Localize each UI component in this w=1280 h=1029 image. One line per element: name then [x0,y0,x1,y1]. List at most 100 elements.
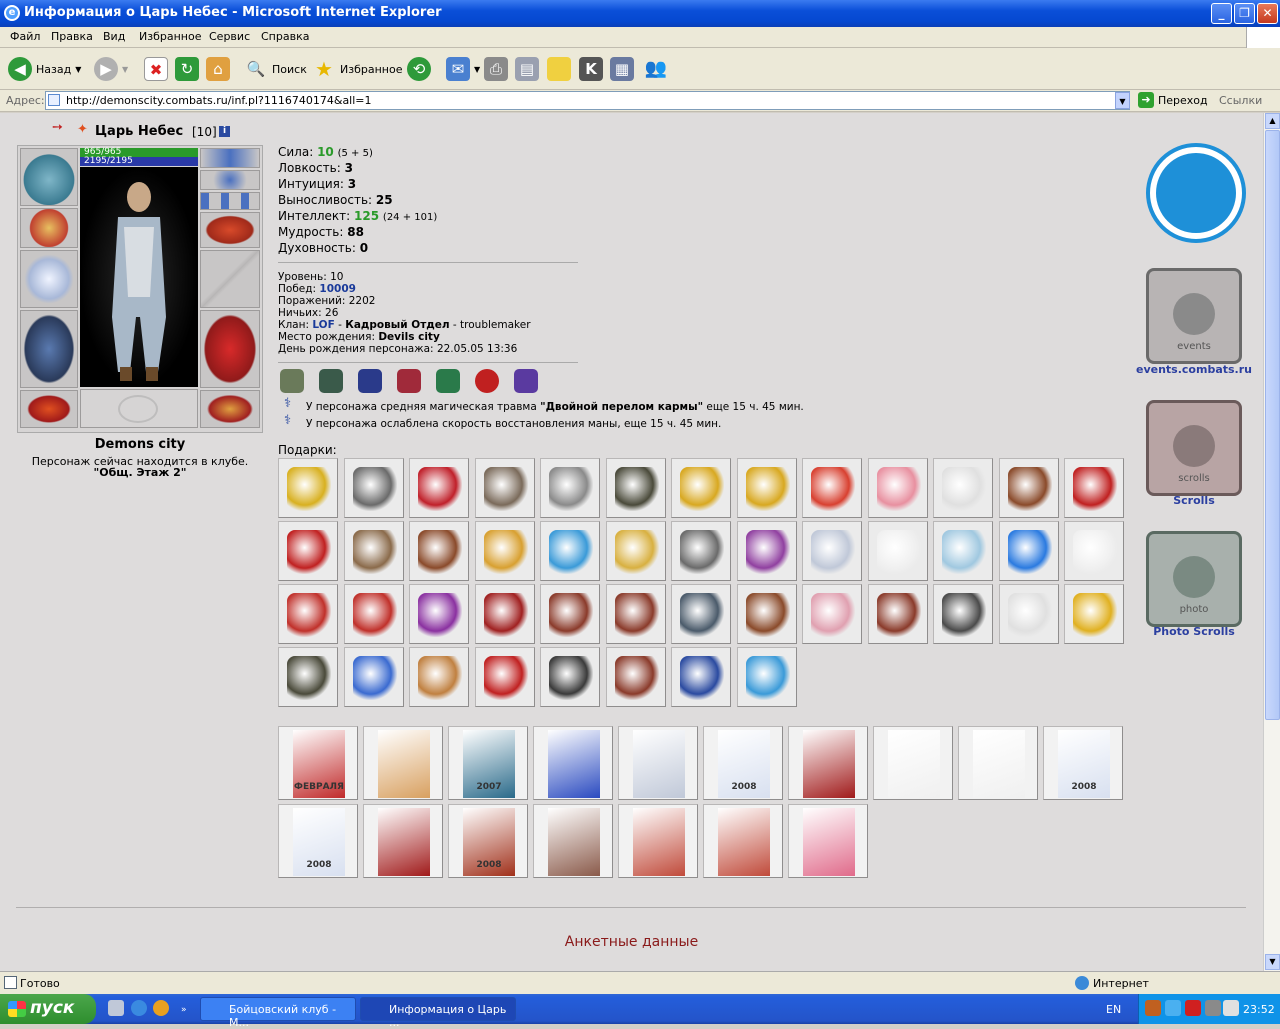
back-button[interactable]: ◀ Назад ▼ [8,56,81,82]
skull-badge-icon[interactable] [514,369,538,393]
gift-item[interactable] [933,458,993,518]
go-button[interactable]: ➜ Переход [1138,92,1208,108]
gift-item[interactable] [998,521,1059,581]
gift-item[interactable] [998,458,1059,518]
shield-badge-icon[interactable] [397,369,421,393]
address-input[interactable]: http://demonscity.combats.ru/inf.pl?1116… [45,91,1130,110]
earrings-slot[interactable] [200,148,260,168]
edit-button[interactable]: ▤ [515,56,539,82]
bracers-slot[interactable] [20,208,78,248]
postcard-item[interactable]: ФЕВРАЛЯ [278,726,358,800]
print-button[interactable]: ⎙ [484,56,508,82]
postcard-item[interactable] [533,804,613,878]
armor-slot[interactable] [20,310,78,388]
gift-item[interactable] [409,521,469,581]
shield-badge-icon[interactable] [436,369,460,393]
gift-item[interactable] [867,458,928,518]
gift-item[interactable] [1064,584,1124,644]
gift-item[interactable] [867,521,928,581]
clan-badge-icon[interactable] [280,369,304,393]
gift-item[interactable] [671,584,731,644]
postcard-item[interactable] [363,726,443,800]
gift-item[interactable] [540,647,600,707]
gift-item[interactable] [736,458,797,518]
gift-item[interactable] [409,458,469,518]
rings-slot[interactable] [200,192,260,210]
gift-item[interactable] [278,458,338,518]
gift-item[interactable] [736,584,797,644]
menu-file[interactable]: Файл [10,30,40,43]
start-button[interactable]: пуск [0,994,96,1024]
gift-item[interactable] [343,521,404,581]
postcard-item[interactable] [533,726,613,800]
task-button-info[interactable]: Информация о Царь ... [360,997,516,1029]
postcard-item[interactable]: 2007 [448,726,528,800]
ie-quicklaunch-icon[interactable] [131,1000,147,1016]
photo-scrolls-link[interactable]: Photo Scrolls [1134,625,1254,638]
research-button[interactable]: ▦ [610,56,634,82]
gift-item[interactable] [736,647,797,707]
belt-slot[interactable] [20,390,78,428]
postcard-item[interactable] [363,804,443,878]
gift-item[interactable] [474,647,535,707]
postcard-item[interactable]: 2008 [448,804,528,878]
messenger-button[interactable]: 👥 [644,56,668,82]
scroll-thumb[interactable] [1265,130,1280,720]
gift-item[interactable] [540,584,600,644]
postcard-item[interactable]: 2008 [278,804,358,878]
postcard-item[interactable] [873,726,953,800]
postcard-item[interactable]: 2008 [703,726,783,800]
gift-item[interactable] [802,584,862,644]
minimize-button[interactable]: _ [1211,3,1232,24]
stop-button[interactable]: ✖ [144,56,168,82]
mail-button[interactable]: ✉ ▼ [446,56,480,82]
gift-item[interactable] [1064,521,1124,581]
menu-favorites[interactable]: Избранное [139,30,201,43]
gift-item[interactable] [998,584,1059,644]
gift-item[interactable] [802,521,862,581]
desktop-icon[interactable] [108,1000,124,1016]
weapon-left-slot[interactable] [20,250,78,308]
legs-slot[interactable] [200,310,260,388]
gift-item[interactable] [278,521,338,581]
favorites-button[interactable]: ★ Избранное [312,56,402,82]
tray-network-icon[interactable] [1205,1000,1221,1016]
k-button[interactable]: K [579,56,603,82]
swords-badge-icon[interactable] [319,369,343,393]
boots-slot[interactable] [200,390,260,428]
gift-item[interactable] [343,584,404,644]
gift-item[interactable] [736,521,797,581]
history-button[interactable]: ⟲ [407,56,431,82]
gift-item[interactable] [605,647,666,707]
events-banner[interactable]: events [1146,268,1242,364]
gift-item[interactable] [343,647,404,707]
gift-item[interactable] [278,584,338,644]
gift-item[interactable] [474,458,535,518]
gift-item[interactable] [278,647,338,707]
maximize-button[interactable]: ❐ [1234,3,1255,24]
menu-edit[interactable]: Правка [51,30,93,43]
media-player-icon[interactable] [153,1000,169,1016]
postcard-item[interactable] [618,726,698,800]
gift-item[interactable] [540,521,600,581]
notes-button[interactable] [547,56,571,82]
shield-badge-icon[interactable] [358,369,382,393]
language-indicator[interactable]: EN [1106,1003,1121,1016]
gift-item[interactable] [933,584,993,644]
gift-item[interactable] [409,584,469,644]
scroll-down-button[interactable]: ▼ [1265,954,1280,970]
home-button[interactable]: ⌂ [206,56,230,82]
refresh-button[interactable]: ↻ [175,56,199,82]
postcard-item[interactable] [788,804,868,878]
search-button[interactable]: 🔍 Поиск [244,56,307,82]
gift-item[interactable] [671,521,731,581]
gift-item[interactable] [933,521,993,581]
gift-item[interactable] [605,458,666,518]
menu-tools[interactable]: Сервис [209,30,250,43]
events-round-logo[interactable] [1146,143,1246,243]
postcard-item[interactable] [788,726,868,800]
postcard-item[interactable] [618,804,698,878]
forward-button[interactable]: ▶ ▼ [94,56,128,82]
gift-item[interactable] [474,584,535,644]
gift-item[interactable] [1064,458,1124,518]
